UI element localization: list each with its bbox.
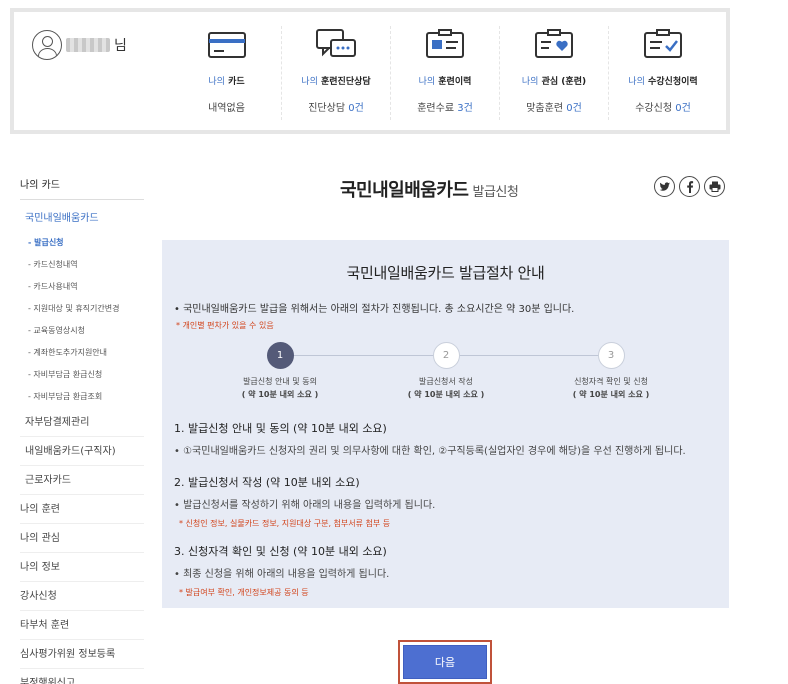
twitter-icon[interactable]	[654, 176, 675, 197]
stat-consultation[interactable]: 나의 훈련진단상담 진단상담 0건	[281, 26, 390, 120]
section-heading: 1. 발급신청 안내 및 동의 (약 10분 내외 소요)	[174, 422, 387, 435]
stat-count: 0건	[566, 103, 582, 114]
step-indicator: 1 발급신청 안내 및 동의 ( 약 10분 내외 소요 ) 2 발급신청서 작…	[162, 342, 729, 406]
sidebar-submenu: - 발급신청 - 카드신청내역 - 카드사용내역 - 지원대상 및 휴직기간변경…	[20, 232, 144, 408]
section-heading: 2. 발급신청서 작성 (약 10분 내외 소요)	[174, 476, 360, 489]
section-desc: • 최종 신청을 위해 아래의 내용을 입력하게 됩니다.	[174, 569, 390, 580]
share-buttons	[654, 176, 725, 197]
stats-row: 나의 카드 내역없음 나의 훈련진단상담 진단상담 0건 나의 훈련이력 훈련수…	[172, 26, 717, 120]
sidebar-item-refund-query[interactable]: - 자비부담금 환급조회	[28, 386, 144, 408]
step-time: ( 약 10분 내외 소요 )	[572, 390, 650, 399]
sidebar-sub-national-card[interactable]: 국민내일배움카드	[20, 200, 144, 232]
sidebar-link-evaluator[interactable]: 심사평가위원 정보등록	[20, 640, 144, 669]
section-3: 3. 신청자격 확인 및 신청 (약 10분 내외 소요) • 최종 신청을 위…	[174, 543, 389, 598]
sidebar: 나의 카드 국민내일배움카드 - 발급신청 - 카드신청내역 - 카드사용내역 …	[20, 176, 144, 684]
stat-enrollment[interactable]: 나의 수강신청이력 수강신청 0건	[608, 26, 717, 120]
sidebar-link-self-payment[interactable]: 자부담결제관리	[20, 408, 144, 437]
stat-count: 3건	[457, 103, 473, 114]
stat-count: 0건	[675, 103, 691, 114]
stat-training-history[interactable]: 나의 훈련이력 훈련수료 3건	[390, 26, 499, 120]
checklist-icon	[609, 26, 717, 64]
sidebar-link-my-training[interactable]: 나의 훈련	[20, 495, 144, 524]
section-remark: * 신청인 정보, 실물카드 정보, 지원대상 구분, 첨부서류 첨부 등	[179, 519, 391, 528]
card-icon	[172, 26, 281, 64]
stat-count: 0건	[348, 103, 364, 114]
step-number: 3	[597, 342, 625, 369]
sidebar-item-support-change[interactable]: - 지원대상 및 휴직기간변경	[28, 298, 144, 320]
stat-label: 훈련이력	[438, 77, 472, 87]
stat-label: 훈련진단상담	[321, 77, 371, 87]
stat-my-card[interactable]: 나의 카드 내역없음	[172, 26, 281, 120]
sidebar-item-education-video[interactable]: - 교육동영상시청	[28, 320, 144, 342]
stat-label: 수강신청이력	[648, 77, 698, 87]
step-title: 발급신청서 작성	[418, 377, 474, 386]
step-title: 발급신청 안내 및 동의	[243, 377, 317, 386]
step-number: 1	[266, 342, 294, 369]
next-button-highlight: 다음	[398, 640, 492, 684]
stat-label: 관심 (훈련)	[541, 77, 587, 87]
section-desc: • ①국민내일배움카드 신청자의 권리 및 의무사항에 대한 확인, ②구직등록…	[174, 446, 686, 457]
user-suffix: 님	[114, 38, 127, 54]
sidebar-link-job-seeker-card[interactable]: 내일배움카드(구직자)	[20, 437, 144, 466]
step-3: 3 신청자격 확인 및 신청 ( 약 10분 내외 소요 )	[531, 342, 691, 400]
panel-heading: 국민내일배움카드 발급절차 안내	[346, 264, 545, 282]
step-time: ( 약 10분 내외 소요 )	[241, 390, 319, 399]
sidebar-item-apply[interactable]: - 발급신청	[28, 232, 144, 254]
step-title: 신청자격 확인 및 신청	[574, 377, 648, 386]
sidebar-link-report[interactable]: 부정행위신고	[20, 669, 144, 684]
user-avatar-icon	[32, 30, 62, 60]
chat-icon	[282, 26, 390, 64]
section-desc: • 발급신청서를 작성하기 위해 아래의 내용을 입력하게 됩니다.	[174, 500, 436, 511]
sidebar-head[interactable]: 나의 카드	[20, 176, 144, 200]
step-1: 1 발급신청 안내 및 동의 ( 약 10분 내외 소요 )	[200, 342, 360, 400]
sidebar-link-my-interest[interactable]: 나의 관심	[20, 524, 144, 553]
section-1: 1. 발급신청 안내 및 동의 (약 10분 내외 소요) • ①국민내일배움카…	[174, 420, 686, 457]
panel-note: • 국민내일배움카드 발급을 위해서는 아래의 절차가 진행됩니다. 총 소요시…	[174, 304, 575, 315]
sidebar-link-my-info[interactable]: 나의 정보	[20, 553, 144, 582]
section-remark: * 발급여부 확인, 개인정보제공 동의 등	[179, 588, 309, 597]
page-title: 국민내일배움카드 발급신청	[340, 180, 519, 201]
step-time: ( 약 10분 내외 소요 )	[407, 390, 485, 399]
sidebar-link-instructor[interactable]: 강사신청	[20, 582, 144, 611]
user-info: 님	[32, 30, 127, 60]
sidebar-link-worker-card[interactable]: 근로자카드	[20, 466, 144, 495]
panel-remark: * 개인별 편차가 있을 수 있음	[176, 321, 274, 330]
section-heading: 3. 신청자격 확인 및 신청 (약 10분 내외 소요)	[174, 545, 387, 558]
summary-box: 님 나의 카드 내역없음 나의 훈련진단상담 진단상담 0건 나의 훈련이력 훈…	[10, 8, 730, 134]
facebook-icon[interactable]	[679, 176, 700, 197]
stat-label: 카드	[228, 77, 245, 87]
id-card-icon	[391, 26, 499, 64]
sidebar-item-refund-apply[interactable]: - 자비부담금 환급신청	[28, 364, 144, 386]
heart-card-icon	[500, 26, 608, 64]
stat-value: 내역없음	[208, 103, 245, 114]
procedure-panel: 국민내일배움카드 발급절차 안내 • 국민내일배움카드 발급을 위해서는 아래의…	[162, 240, 729, 608]
stat-interest[interactable]: 나의 관심 (훈련) 맞춤훈련 0건	[499, 26, 608, 120]
sidebar-item-card-applications[interactable]: - 카드신청내역	[28, 254, 144, 276]
sidebar-item-account-limit[interactable]: - 계좌한도추가지원안내	[28, 342, 144, 364]
sidebar-item-card-usage[interactable]: - 카드사용내역	[28, 276, 144, 298]
sidebar-link-other-ministry[interactable]: 타부처 훈련	[20, 611, 144, 640]
next-button[interactable]: 다음	[403, 645, 487, 679]
step-2: 2 발급신청서 작성 ( 약 10분 내외 소요 )	[366, 342, 526, 400]
section-2: 2. 발급신청서 작성 (약 10분 내외 소요) • 발급신청서를 작성하기 …	[174, 474, 435, 529]
page-subtitle: 발급신청	[472, 185, 519, 200]
print-icon[interactable]	[704, 176, 725, 197]
step-number: 2	[432, 342, 460, 369]
masked-username	[66, 38, 110, 52]
